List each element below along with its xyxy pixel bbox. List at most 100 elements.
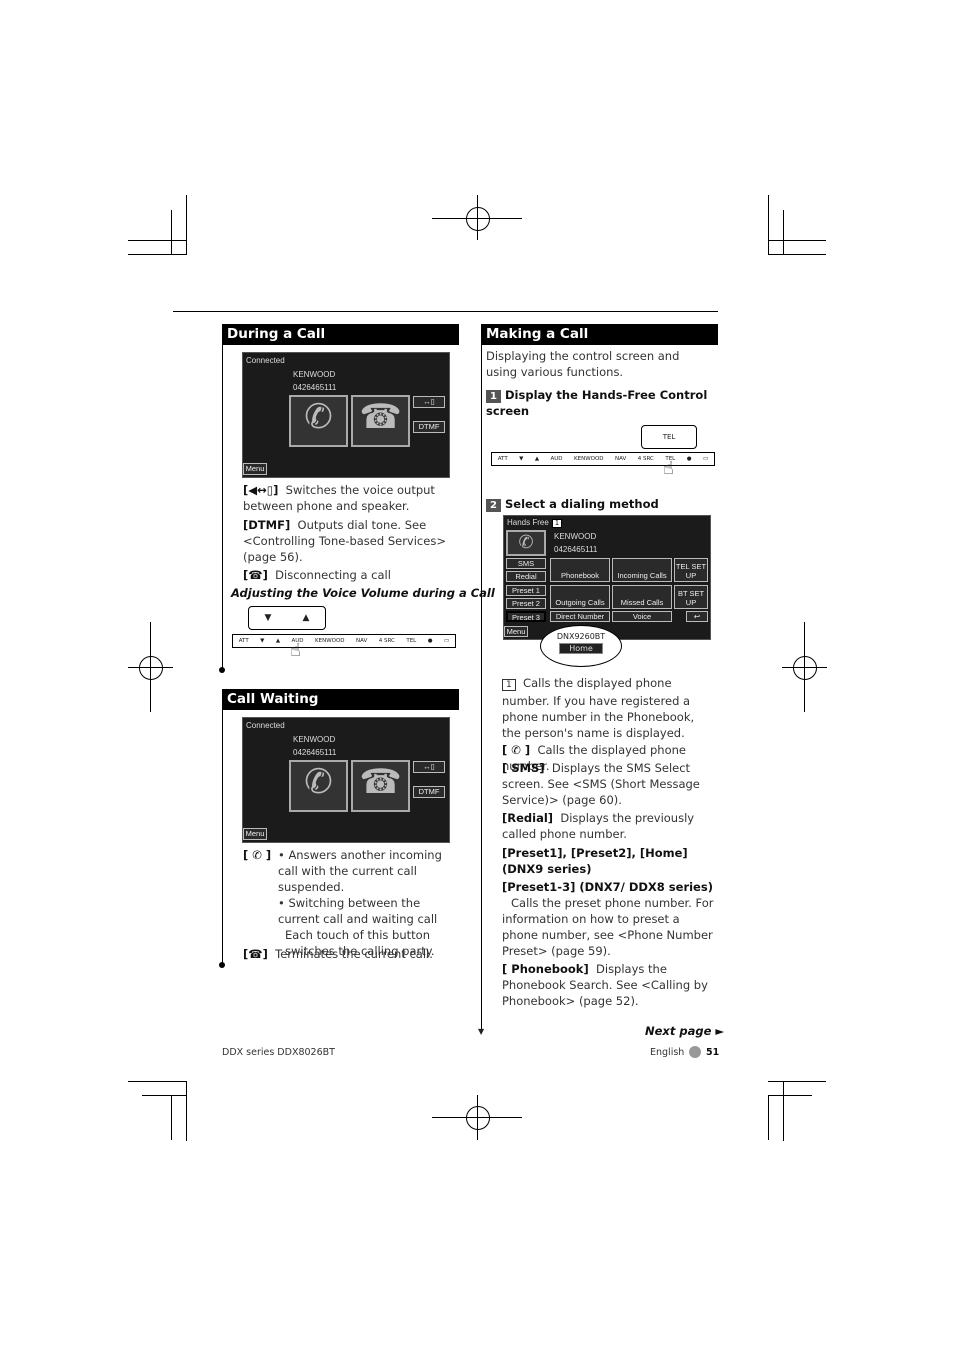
item-line: • Answers another incoming call with the…: [278, 848, 442, 894]
crop-mark: [783, 1081, 784, 1141]
crop-mark: [768, 240, 826, 241]
preset-2-button[interactable]: Preset 2: [506, 598, 546, 609]
call-waiting-screen: Connected KENWOOD 0426465111 ✆ ☎ ↔▯ DTMF…: [242, 717, 450, 843]
item-callout-1: 1 Calls the displayed phone number. If y…: [502, 675, 716, 741]
item-redial: [Redial] Displays the previously called …: [502, 810, 716, 842]
kenwood-label: KENWOOD: [315, 638, 345, 644]
tel-button[interactable]: TEL: [406, 638, 416, 644]
crop-mark: [128, 240, 186, 241]
vol-up-button[interactable]: ▲: [276, 638, 280, 644]
hang-up-button[interactable]: ☎: [351, 395, 410, 447]
sms-button[interactable]: SMS: [506, 558, 546, 569]
eject-button[interactable]: ▭: [444, 638, 449, 644]
preset-3-button[interactable]: Preset 3: [506, 611, 546, 622]
item-text: Terminates the current call.: [275, 947, 433, 961]
crop-mark: [142, 1095, 186, 1096]
callout-1: 1: [552, 519, 562, 528]
nav-button[interactable]: NAV: [356, 638, 367, 644]
call-status: Connected: [246, 721, 285, 730]
bullet-dot: [219, 962, 225, 968]
menu-button[interactable]: Menu: [243, 463, 267, 475]
vol-up-button[interactable]: ▲: [535, 456, 539, 462]
crop-mark: [128, 254, 186, 255]
item-presets: [Preset1-3] (DNX7/ DDX8 series) Calls the…: [502, 879, 716, 959]
bt-setup-button[interactable]: BT SET UP: [674, 585, 708, 609]
item-key: [ Phonebook]: [502, 962, 589, 976]
crop-mark: [768, 195, 769, 255]
crop-mark: [186, 1081, 187, 1141]
voice-switch-button[interactable]: ↔▯: [413, 761, 445, 773]
item-text: Calls the preset phone number. For infor…: [502, 896, 714, 958]
item-key: [DTMF]: [243, 518, 291, 532]
item-phonebook: [ Phonebook] Displays the Phonebook Sear…: [502, 961, 716, 1009]
dot-button[interactable]: ●: [428, 638, 433, 644]
volume-popup: ▼ ▲: [248, 606, 326, 630]
redial-button[interactable]: Redial: [506, 571, 546, 582]
step-1: 1 Display the Hands-Free Control screen: [486, 387, 714, 419]
section-heading-during-call: During a Call: [222, 324, 459, 345]
arrow-down-icon: ▼: [478, 1027, 485, 1036]
back-button[interactable]: ↩: [686, 611, 708, 622]
vol-down-button[interactable]: ▼: [519, 456, 523, 462]
dtmf-button[interactable]: DTMF: [413, 421, 445, 433]
footer-model: DDX series DDX8026BT: [222, 1047, 335, 1058]
outgoing-calls-button[interactable]: Outgoing Calls: [550, 585, 610, 609]
caller-name: KENWOOD: [554, 532, 597, 541]
tel-popup[interactable]: TEL: [641, 425, 697, 449]
section-heading-making-call: Making a Call: [481, 324, 718, 345]
handset-icon[interactable]: ✆: [289, 395, 348, 447]
item-key: [◀↔▯]: [243, 483, 279, 497]
caller-number: 0426465111: [554, 545, 598, 554]
manual-page: During a Call Connected KENWOOD 04264651…: [0, 0, 954, 1350]
direct-number-button[interactable]: Direct Number: [550, 611, 610, 622]
crop-mark: [768, 254, 826, 255]
item-disconnect: [☎] Disconnecting a call: [243, 567, 458, 583]
section-rule: [222, 345, 223, 670]
item-key: [Redial]: [502, 811, 554, 825]
crop-mark: [128, 1081, 186, 1082]
volume-up-button[interactable]: ▲: [303, 613, 310, 623]
step-text: Display the Hands-Free Control screen: [486, 388, 708, 418]
screen-title: Hands Free: [507, 518, 549, 527]
src-button[interactable]: 4 SRC: [379, 638, 395, 644]
preset-1-button[interactable]: Preset 1: [506, 585, 546, 596]
caller-name: KENWOOD: [293, 735, 336, 744]
nav-button[interactable]: NAV: [615, 456, 626, 462]
incoming-calls-button[interactable]: Incoming Calls: [612, 558, 672, 582]
dot-button[interactable]: ●: [687, 456, 692, 462]
voice-switch-button[interactable]: ↔▯: [413, 396, 445, 408]
home-button[interactable]: Home: [559, 643, 603, 654]
phonebook-button[interactable]: Phonebook: [550, 558, 610, 582]
volume-down-button[interactable]: ▼: [265, 613, 272, 623]
crop-mark: [171, 1095, 172, 1140]
caller-name: KENWOOD: [293, 370, 336, 379]
hang-up-button[interactable]: ☎: [351, 760, 410, 812]
vol-down-button[interactable]: ▼: [260, 638, 264, 644]
eject-button[interactable]: ▭: [703, 456, 708, 462]
tel-setup-button[interactable]: TEL SET UP: [674, 558, 708, 582]
voice-button[interactable]: Voice: [612, 611, 672, 622]
hand-pointer-icon: ☝: [663, 458, 674, 479]
aud-button[interactable]: AUD: [551, 456, 563, 462]
call-button[interactable]: ✆: [506, 530, 546, 556]
intro-text: Displaying the control screen and using …: [486, 349, 680, 379]
register-mark: [793, 656, 817, 680]
caller-number: 0426465111: [293, 383, 337, 392]
crop-mark: [171, 210, 172, 255]
answer-button[interactable]: ✆: [289, 760, 348, 812]
menu-button[interactable]: Menu: [243, 828, 267, 840]
step-text: Select a dialing method: [505, 497, 659, 511]
crop-mark: [186, 195, 187, 255]
src-button[interactable]: 4 SRC: [638, 456, 654, 462]
item-key: [ ✆ ]: [502, 743, 531, 757]
menu-button[interactable]: Menu: [504, 626, 528, 637]
item-dtmf: [DTMF] Outputs dial tone. See <Controlli…: [243, 517, 458, 565]
control-bar: ATT ▼ ▲ AUD KENWOOD NAV 4 SRC TEL ● ▭: [232, 634, 456, 648]
subheading-voice-volume: Adjusting the Voice Volume during a Call: [231, 586, 495, 600]
item-key: [Preset1-3] (DNX7/ DDX8 series): [502, 880, 713, 894]
missed-calls-button[interactable]: Missed Calls: [612, 585, 672, 609]
att-button[interactable]: ATT: [239, 638, 249, 644]
att-button[interactable]: ATT: [498, 456, 508, 462]
item-answer: • Answers another incoming call with the…: [278, 847, 456, 959]
dtmf-button[interactable]: DTMF: [413, 786, 445, 798]
